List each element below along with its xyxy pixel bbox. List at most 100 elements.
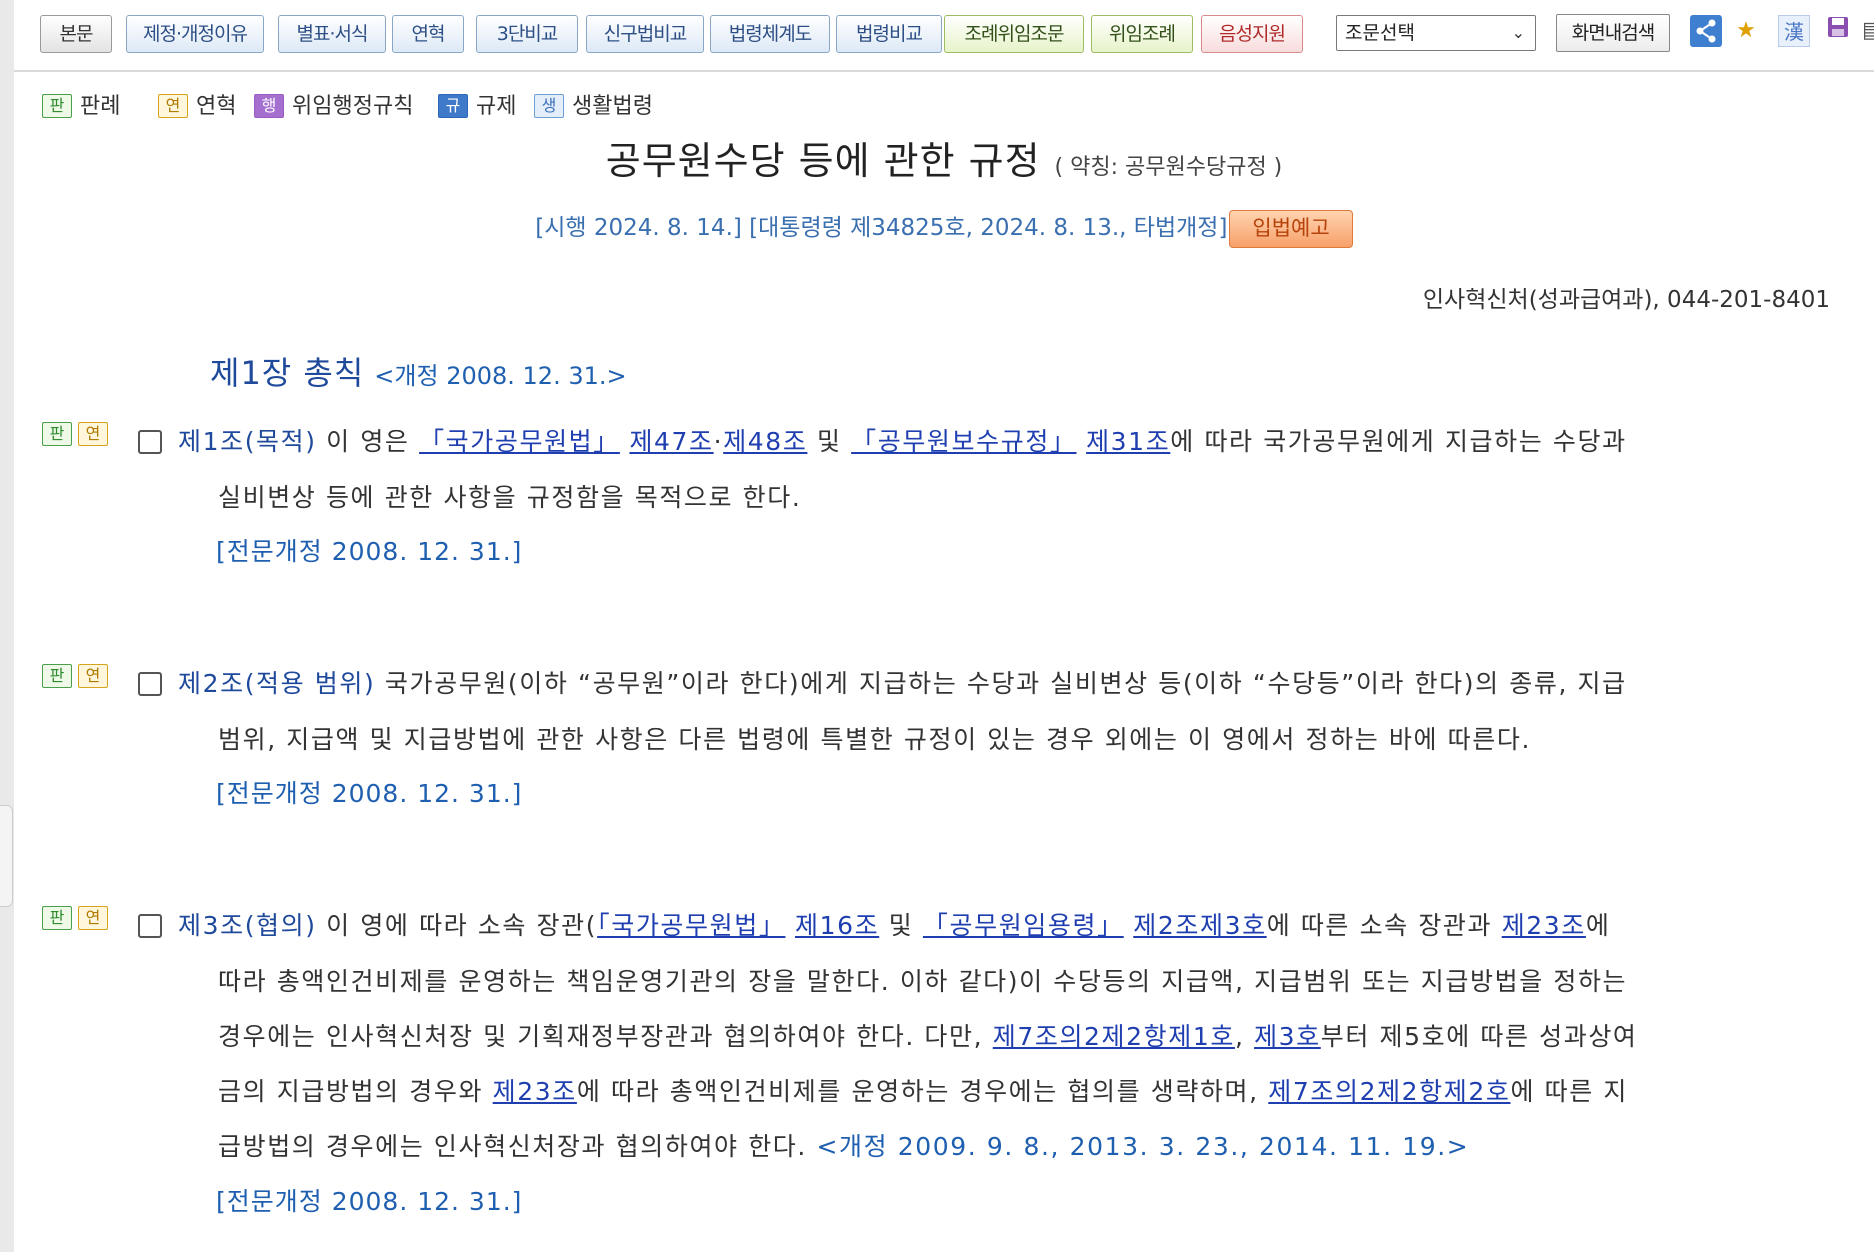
browser-frame: 본문 제정·개정이유 별표·서식 연혁 3단비교 신구법비교 법령체계도 법령비… [0, 0, 1874, 1252]
living-law-badge-icon: 생 [534, 94, 564, 118]
annex-form-button[interactable]: 별표·서식 [278, 15, 386, 53]
legend-item-history[interactable]: 연 연혁 [158, 88, 236, 120]
legend-label: 위임행정규칙 [292, 94, 414, 119]
history-badge-icon: 연 [158, 94, 188, 118]
chapter-heading: 제1장 총칙 <개정 2008. 12. 31.> [210, 348, 627, 394]
history-badge-icon[interactable]: 연 [78, 906, 108, 930]
enforcement-text: [시행 2024. 8. 14.] [대통령령 제34825호, 2024. 8… [535, 215, 1228, 241]
article-text: · [713, 427, 724, 456]
article-text: 및 [816, 427, 842, 456]
article-icons: 판연 [42, 906, 114, 936]
star-icon[interactable]: ★ [1730, 15, 1762, 47]
article-line: 급방법의 경우에는 인사혁신처장과 협의하여야 한다. <개정 2009. 9.… [218, 1127, 1469, 1163]
article-link[interactable]: 제7조의2제2항제2호 [1268, 1077, 1510, 1106]
article-text: , [1234, 1022, 1245, 1051]
article-text: 에 [1585, 911, 1611, 940]
law-title: 공무원수당 등에 관한 규정 [605, 139, 1041, 183]
full-revision-note: [전문개정 2008. 12. 31.] [216, 779, 523, 808]
article-text: 에 따른 소속 장관과 [1266, 911, 1493, 940]
old-new-compare-button[interactable]: 신구법비교 [586, 15, 704, 53]
article-line: 실비변상 등에 관한 사항을 규정함을 목적으로 한다. [218, 483, 802, 512]
full-revision-note: [전문개정 2008. 12. 31.] [216, 1187, 523, 1216]
chevron-down-icon: ⌄ [1511, 23, 1525, 42]
precedent-badge-icon[interactable]: 판 [42, 422, 72, 446]
article-line: 제1조(목적) 이 영은 「국가공무원법」 제47조·제48조 및 「공무원보수… [178, 422, 1627, 458]
save-icon[interactable] [1822, 15, 1854, 47]
delegated-ordinance-button[interactable]: 위임조례 [1091, 15, 1193, 53]
article-select[interactable]: 조문선택 ⌄ [1336, 15, 1536, 51]
precedent-badge-icon[interactable]: 판 [42, 664, 72, 688]
legend-item-living-law[interactable]: 생 생활법령 [534, 88, 653, 120]
law-link[interactable]: 「국가공무원법」 [597, 911, 785, 940]
law-link[interactable]: 「공무원임용령」 [923, 911, 1124, 940]
article-text: 국가공무원(이하 “공무원”이라 한다)에게 지급하는 수당과 실비변상 등(이… [384, 669, 1627, 698]
article-checkbox[interactable] [138, 672, 162, 696]
article-link[interactable]: 제2조제3호 [1133, 911, 1266, 940]
law-page: 본문 제정·개정이유 별표·서식 연혁 3단비교 신구법비교 법령체계도 법령비… [14, 0, 1874, 1252]
law-hierarchy-button[interactable]: 법령체계도 [710, 15, 830, 53]
legend-item-admin-rules[interactable]: 행 위임행정규칙 [254, 88, 413, 120]
admin-rule-badge-icon: 행 [254, 94, 284, 118]
share-icon[interactable] [1690, 15, 1722, 47]
legend-label: 규제 [476, 94, 517, 119]
legend-item-regulation[interactable]: 규 규제 [438, 88, 516, 120]
amendment-note: <개정 2009. 9. 8., 2013. 3. 23., 2014. 11.… [816, 1132, 1470, 1161]
main-text-button[interactable]: 본문 [40, 15, 112, 53]
article-text: 경우에는 인사혁신처장 및 기획재정부장관과 협의하여야 한다. 다만, [218, 1022, 984, 1051]
hanja-icon[interactable]: 漢 [1778, 15, 1810, 47]
article-link[interactable]: 제48조 [723, 427, 807, 456]
precedent-badge-icon: 판 [42, 94, 72, 118]
article-text: 금의 지급방법의 경우와 [218, 1077, 484, 1106]
article-link[interactable]: 제47조 [629, 427, 713, 456]
article-link[interactable]: 제7조의2제2항제1호 [993, 1022, 1235, 1051]
print-icon[interactable]: ▤ [1862, 15, 1874, 47]
revision-reason-button[interactable]: 제정·개정이유 [126, 15, 264, 53]
article-link[interactable]: 제23조 [1502, 911, 1586, 940]
ordinance-delegation-button[interactable]: 조례위임조문 [944, 15, 1084, 53]
article-checkbox[interactable] [138, 914, 162, 938]
legend-item-precedent[interactable]: 판 판례 [42, 88, 120, 120]
article-icons: 판연 [42, 422, 114, 452]
toolbar: 본문 제정·개정이유 별표·서식 연혁 3단비교 신구법비교 법령체계도 법령비… [14, 0, 1874, 72]
article-select-value: 조문선택 [1345, 22, 1415, 44]
article-line: 경우에는 인사혁신처장 및 기획재정부장관과 협의하여야 한다. 다만, 제7조… [218, 1017, 1638, 1053]
article-line: 제2조(적용 범위) 국가공무원(이하 “공무원”이라 한다)에게 지급하는 수… [178, 664, 1627, 700]
article-text: 에 따라 국가공무원에게 지급하는 수당과 [1170, 427, 1627, 456]
legislative-notice-button[interactable]: 입법예고 [1229, 209, 1353, 248]
article-text: 급방법의 경우에는 인사혁신처장과 협의하여야 한다. [218, 1132, 807, 1161]
article-text: 및 [888, 911, 914, 940]
article-link[interactable]: 제16조 [795, 911, 879, 940]
article-text: 에 따른 지 [1510, 1077, 1628, 1106]
enforcement-info: [시행 2024. 8. 14.] [대통령령 제34825호, 2024. 8… [14, 208, 1874, 248]
article-link[interactable]: 제3호 [1254, 1022, 1321, 1051]
law-link[interactable]: 「공무원보수규정」 [851, 427, 1076, 456]
article-text: 이 영은 [326, 427, 420, 456]
law-link[interactable]: 「국가공무원법」 [419, 427, 620, 456]
three-way-compare-button[interactable]: 3단비교 [476, 15, 578, 53]
in-page-search-button[interactable]: 화면내검색 [1556, 14, 1670, 52]
article-text: 부터 제5호에 따른 성과상여 [1320, 1022, 1638, 1051]
law-compare-button[interactable]: 법령비교 [836, 15, 942, 53]
article-text: 이 영에 따라 소속 장관( [326, 911, 598, 940]
article-line: 따라 총액인건비제를 운영하는 책임운영기관의 장을 말한다. 이하 같다)이 … [218, 967, 1628, 996]
article-title[interactable]: 제1조(목적) [178, 427, 317, 456]
article-title[interactable]: 제2조(적용 범위) [178, 669, 375, 698]
article-icons: 판연 [42, 664, 114, 694]
chapter-title: 제1장 총칙 [210, 354, 365, 392]
side-panel-toggle[interactable] [0, 805, 13, 907]
legend-label: 연혁 [196, 94, 237, 119]
article-checkbox[interactable] [138, 430, 162, 454]
regulation-badge-icon: 규 [438, 94, 468, 118]
law-title-block: 공무원수당 등에 관한 규정 ( 약칭: 공무원수당규정 ) [14, 130, 1874, 185]
article-link[interactable]: 제31조 [1086, 427, 1170, 456]
article-title[interactable]: 제3조(협의) [178, 911, 317, 940]
article-link[interactable]: 제23조 [493, 1077, 577, 1106]
article-line: 제3조(협의) 이 영에 따라 소속 장관(「국가공무원법」 제16조 및 「공… [178, 906, 1611, 942]
history-badge-icon[interactable]: 연 [78, 664, 108, 688]
precedent-badge-icon[interactable]: 판 [42, 906, 72, 930]
history-badge-icon[interactable]: 연 [78, 422, 108, 446]
article-line: 범위, 지급액 및 지급방법에 관한 사항은 다른 법령에 특별한 규정이 있는… [218, 725, 1531, 754]
history-button[interactable]: 연혁 [392, 15, 464, 53]
chapter-amend: <개정 2008. 12. 31.> [374, 362, 627, 390]
voice-support-button[interactable]: 음성지원 [1201, 15, 1303, 53]
